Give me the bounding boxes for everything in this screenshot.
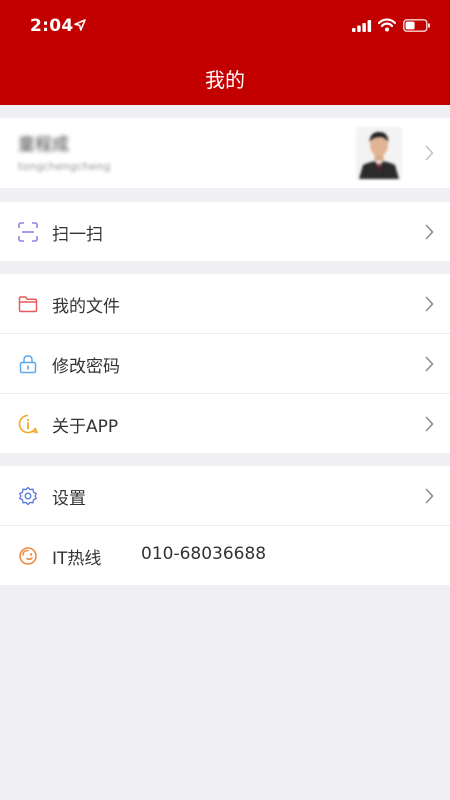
- folder-icon: [18, 296, 38, 313]
- lock-icon: [19, 355, 37, 374]
- status-time: 2:04: [30, 16, 74, 36]
- info-icon: [18, 414, 38, 434]
- profile-username: tongchengcheng: [18, 160, 111, 173]
- menu-item-change-password[interactable]: 修改密码: [0, 334, 450, 393]
- profile-name: 童程成: [18, 135, 69, 155]
- scan-icon: [18, 222, 38, 242]
- menu-item-label: IT热线: [52, 549, 102, 569]
- status-bar: 2:04: [0, 0, 450, 52]
- menu-item-label: 关于APP: [52, 417, 119, 437]
- chevron-right-icon: [425, 488, 434, 504]
- menu-item-label: 设置: [52, 489, 86, 509]
- menu-item-scan[interactable]: 扫一扫: [0, 202, 450, 261]
- menu-item-settings[interactable]: 设置: [0, 466, 450, 525]
- menu-item-it-hotline[interactable]: IT热线 010-68036688: [0, 526, 450, 585]
- menu-item-label: 扫一扫: [52, 225, 103, 245]
- avatar[interactable]: [356, 127, 402, 179]
- hotline-number[interactable]: 010-68036688: [141, 544, 266, 564]
- location-arrow-icon: [74, 19, 86, 31]
- menu-item-my-files[interactable]: 我的文件: [0, 274, 450, 333]
- headset-icon: [19, 547, 37, 565]
- chevron-right-icon: [425, 356, 434, 372]
- signal-icon: [352, 20, 372, 32]
- battery-icon: [403, 19, 430, 32]
- menu-item-label: 我的文件: [52, 297, 120, 317]
- chevron-right-icon: [425, 416, 434, 432]
- header-bar: 2:04 我的: [0, 0, 450, 105]
- menu-item-about-app[interactable]: 关于APP: [0, 394, 450, 453]
- menu-item-label: 修改密码: [52, 357, 120, 377]
- wifi-icon: [378, 18, 396, 32]
- chevron-right-icon: [425, 296, 434, 312]
- gear-icon: [19, 486, 37, 506]
- chevron-right-icon: [425, 224, 434, 240]
- chevron-right-icon: [425, 145, 434, 161]
- page-title: 我的: [205, 68, 245, 92]
- profile-card[interactable]: 童程成 tongchengcheng: [0, 118, 450, 188]
